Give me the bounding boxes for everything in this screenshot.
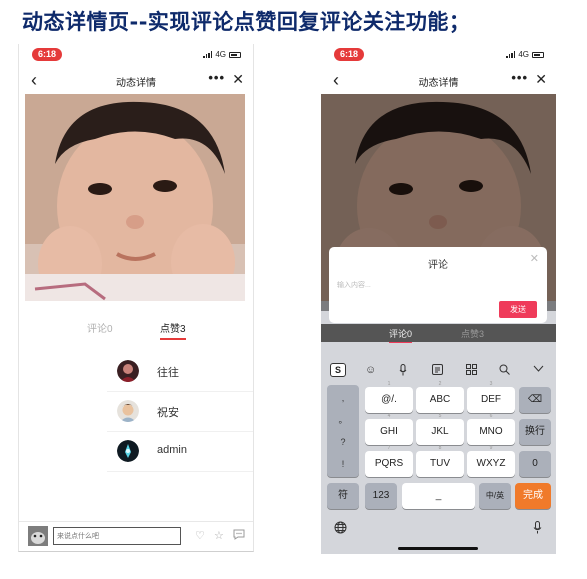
key-question[interactable]: ? — [327, 431, 359, 453]
detail-tabs: 评论0 点赞3 — [19, 320, 253, 344]
key-label: WXYZ — [476, 458, 506, 469]
key-number: 1 — [387, 381, 391, 387]
star-icon[interactable]: ☆ — [214, 529, 224, 542]
list-item[interactable]: 祝安 — [107, 392, 253, 432]
liker-name: 往往 — [157, 367, 179, 379]
post-photo — [25, 94, 245, 301]
search-icon[interactable] — [499, 364, 510, 378]
page-headline: 动态详情页--实现评论点赞回复评论关注功能； — [22, 10, 471, 34]
sogou-logo-icon[interactable]: S — [330, 363, 346, 377]
comment-bar: ♡ ☆ — [19, 521, 253, 551]
numeric-key[interactable]: 123 — [365, 483, 397, 509]
key-label: MNO — [479, 426, 503, 437]
tab-comments[interactable]: 评论0 — [389, 327, 413, 343]
close-icon[interactable]: ✕ — [535, 71, 547, 88]
key-3[interactable]: 3 DEF — [467, 381, 515, 413]
key-label: GHI — [380, 426, 398, 437]
status-time: 6:18 — [334, 48, 364, 61]
zero-key[interactable]: 0 — [519, 451, 551, 477]
key-label: PQRS — [374, 458, 404, 469]
nav-bar: ‹ 动态详情 ••• ✕ — [19, 66, 253, 94]
more-icon[interactable]: ••• — [208, 70, 225, 85]
key-label: TUV — [430, 458, 450, 469]
avatar — [117, 360, 139, 382]
key-1[interactable]: 1 @/. — [365, 381, 413, 413]
key-exclaim[interactable]: ! — [327, 453, 359, 475]
tab-comments[interactable]: 评论0 — [87, 320, 113, 335]
key-number: 5 — [438, 413, 442, 419]
network-type: 4G — [518, 50, 529, 59]
key-label: ABC — [429, 394, 451, 405]
status-indicators: 4G — [203, 50, 241, 59]
key-number: 6 — [489, 413, 493, 419]
battery-icon — [229, 51, 241, 58]
key-5[interactable]: 5 JKL — [416, 413, 464, 445]
key-9[interactable]: 9 WXYZ — [467, 445, 515, 477]
likes-list: 往往 祝安 admin — [107, 352, 253, 472]
signal-icon — [506, 51, 516, 58]
key-label: JKL — [431, 426, 449, 437]
home-indicator — [398, 547, 478, 550]
status-indicators: 4G — [506, 50, 544, 59]
more-icon[interactable]: ••• — [511, 70, 528, 85]
emoji-icon[interactable]: ☺ — [365, 364, 376, 376]
list-item[interactable]: 往往 — [107, 352, 253, 392]
comment-dialog: 评论 ✕ 输入内容... 发送 — [329, 247, 547, 323]
done-key[interactable]: 完成 — [515, 483, 551, 509]
key-number: 8 — [438, 445, 442, 451]
phone-comment-dialog: 6:18 4G ‹ 动态详情 ••• ✕ 评论 ✕ 输入内容... 发送 评论0… — [321, 44, 556, 554]
voice-icon[interactable] — [399, 364, 407, 379]
dialog-title: 评论 — [428, 260, 448, 271]
phone-detail-likes: 6:18 4G ‹ 动态详情 ••• ✕ 评论0 点赞3 往往 祝安 admin… — [18, 44, 254, 552]
network-type: 4G — [215, 50, 226, 59]
list-item[interactable]: admin — [107, 432, 253, 472]
key-label: @/. — [381, 394, 397, 405]
key-7[interactable]: 7 PQRS — [365, 445, 413, 477]
key-number: 2 — [438, 381, 442, 387]
language-switch-key[interactable]: 中/英 — [479, 483, 511, 509]
close-icon[interactable]: ✕ — [232, 71, 244, 88]
send-button[interactable]: 发送 — [499, 301, 537, 318]
key-2[interactable]: 2 ABC — [416, 381, 464, 413]
key-4[interactable]: 4 GHI — [365, 413, 413, 445]
heart-icon[interactable]: ♡ — [195, 529, 205, 542]
liker-name: 祝安 — [157, 407, 179, 419]
tab-likes[interactable]: 点赞3 — [160, 320, 186, 340]
status-time: 6:18 — [32, 48, 62, 61]
battery-icon — [532, 51, 544, 58]
key-comma[interactable]: , — [327, 387, 359, 409]
avatar — [117, 400, 139, 422]
close-icon[interactable]: ✕ — [530, 252, 539, 265]
key-period[interactable]: 。 — [327, 409, 359, 431]
microphone-icon[interactable] — [533, 521, 542, 537]
status-bar: 6:18 4G — [19, 44, 253, 66]
comment-input[interactable] — [53, 527, 181, 545]
avatar — [28, 526, 48, 546]
detail-tabs: 评论0 点赞3 — [321, 324, 556, 343]
nav-bar: ‹ 动态详情 ••• ✕ — [321, 66, 556, 94]
newline-key[interactable]: 换行 — [519, 419, 551, 445]
comment-icon[interactable] — [233, 529, 245, 543]
key-number: 7 — [387, 445, 391, 451]
comment-textarea[interactable]: 输入内容... — [337, 280, 507, 294]
key-8[interactable]: 8 TUV — [416, 445, 464, 477]
key-number: 9 — [489, 445, 493, 451]
liker-name: admin — [157, 444, 187, 456]
key-number: 4 — [387, 413, 391, 419]
clipboard-icon[interactable] — [432, 364, 443, 378]
avatar — [117, 440, 139, 462]
key-6[interactable]: 6 MNO — [467, 413, 515, 445]
status-bar: 6:18 4G — [321, 44, 556, 66]
child-portrait-image — [25, 94, 245, 301]
globe-icon[interactable] — [334, 521, 347, 537]
symbols-key[interactable]: 符 — [327, 483, 359, 509]
key-label: DEF — [481, 394, 501, 405]
tab-likes[interactable]: 点赞3 — [461, 327, 484, 340]
signal-icon — [203, 51, 213, 58]
grid-icon[interactable] — [466, 364, 477, 378]
space-key[interactable]: _ — [402, 483, 475, 509]
key-number: 3 — [489, 381, 493, 387]
collapse-keyboard-icon[interactable] — [533, 364, 544, 376]
delete-key[interactable]: ⌫ — [519, 387, 551, 413]
